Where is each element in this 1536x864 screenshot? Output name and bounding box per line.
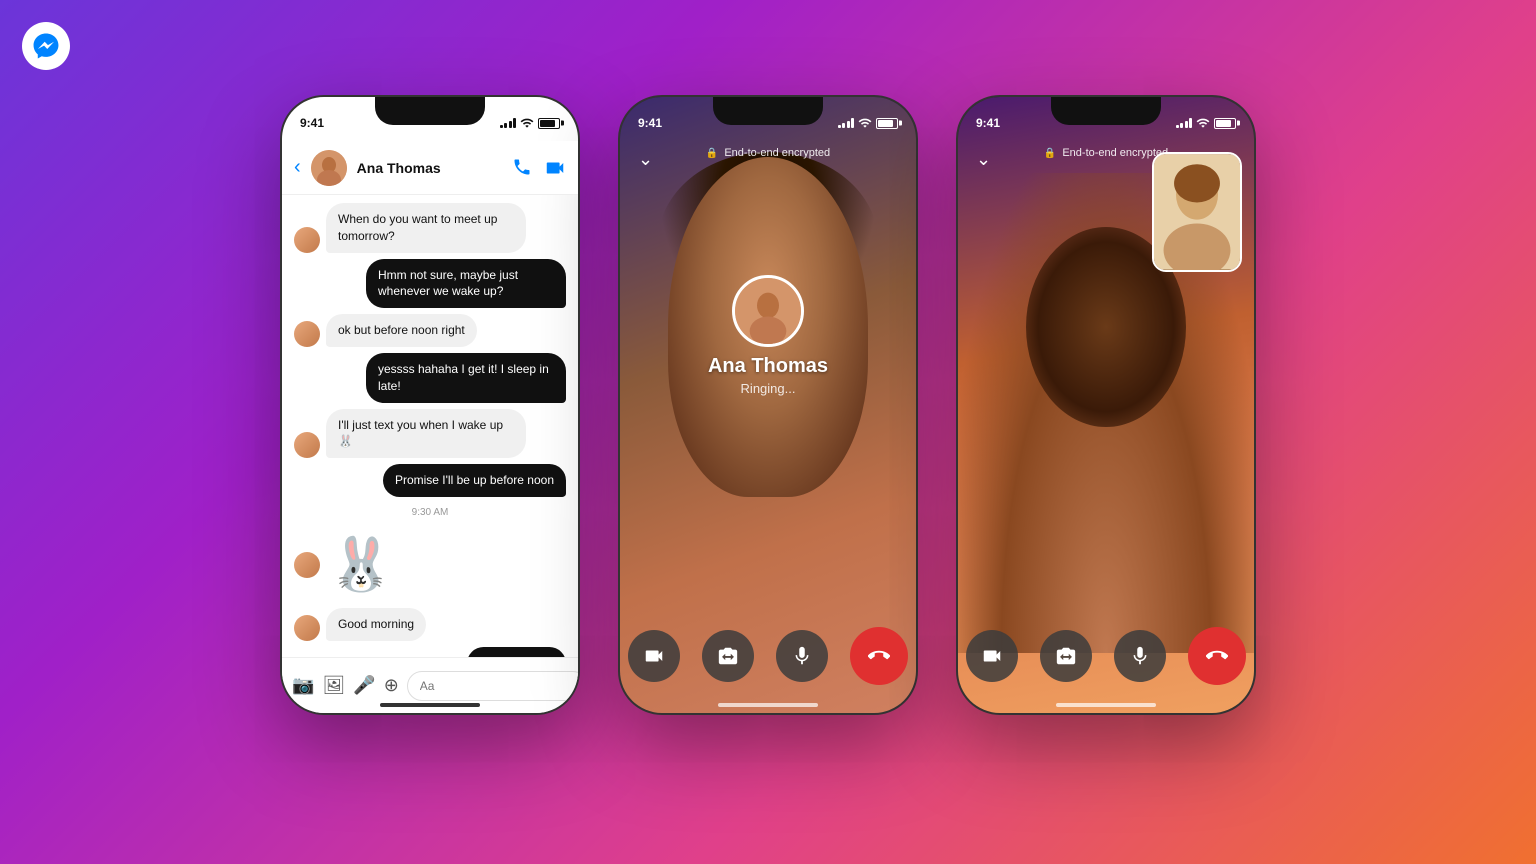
msg-bubble-4: yessss hahaha I get it! I sleep in late! [366, 353, 566, 403]
end-call-button-2[interactable] [850, 627, 908, 685]
msg-bubble-5: I'll just text you when I wake up 🐰 [326, 409, 526, 459]
back-button[interactable]: ‹ [294, 156, 301, 179]
battery-icon-2 [876, 118, 898, 129]
end-call-button-3[interactable] [1188, 627, 1246, 685]
notch-2 [713, 97, 823, 125]
msg-received-4: Good morning [294, 608, 566, 641]
call-controls-2 [620, 627, 916, 685]
notch-3 [1051, 97, 1161, 125]
encrypted-label-2: End-to-end encrypted [724, 147, 830, 159]
contact-name: Ana Thomas [357, 160, 502, 176]
encrypted-bar-2: 🔒 End-to-end encrypted [620, 147, 916, 159]
battery-icon-1 [538, 118, 560, 129]
sticker-row: 🐰 [294, 528, 566, 602]
msg-avatar-2 [294, 321, 320, 347]
caller-avatar-2 [732, 275, 804, 347]
msg-bubble-1: When do you want to meet up tomorrow? [326, 203, 526, 253]
signal-icon-1 [500, 118, 517, 128]
msg-received-2: ok but before noon right [294, 314, 566, 347]
image-icon[interactable]: 🖼 [322, 675, 345, 696]
call-status-2: Ringing... [741, 381, 796, 396]
camera-flip-button-3[interactable] [1040, 630, 1092, 682]
lock-icon-2: 🔒 [706, 148, 718, 159]
pip-self-view[interactable] [1152, 152, 1242, 272]
msg-sent-4: hahahaha ✓✓ [294, 647, 566, 657]
home-indicator-3 [1056, 703, 1156, 707]
status-time-2: 9:41 [638, 116, 662, 130]
msg-sent-2: yessss hahaha I get it! I sleep in late! [294, 353, 566, 403]
notch-1 [375, 97, 485, 125]
encrypted-label-3: End-to-end encrypted [1062, 147, 1168, 159]
phone-call-icon[interactable] [512, 157, 532, 177]
contact-avatar[interactable] [311, 150, 347, 186]
call-controls-3 [958, 627, 1254, 685]
message-input[interactable] [407, 671, 580, 701]
home-indicator-2 [718, 703, 818, 707]
msg-bubble-8: hahahaha ✓✓ [467, 647, 566, 657]
msg-received-1: When do you want to meet up tomorrow? [294, 203, 566, 253]
phone-video-ringing: 9:41 ⌄ 🔒 End-to-end encrypted [618, 95, 918, 715]
sticker-bunny: 🐰 [326, 530, 396, 600]
whatsapp-icon[interactable]: ⊕ [384, 675, 399, 696]
status-icons-3 [1176, 116, 1237, 130]
msg-bubble-7: Good morning [326, 608, 426, 641]
msg-bubble-3: ok but before noon right [326, 314, 477, 347]
video-call-icon[interactable] [544, 157, 566, 179]
msg-bubble-6: Promise I'll be up before noon [383, 464, 566, 497]
chat-header: ‹ Ana Thomas [282, 141, 578, 195]
phone-chat: 9:41 ‹ [280, 95, 580, 715]
lock-icon-3: 🔒 [1044, 148, 1056, 159]
messenger-logo [22, 22, 70, 70]
signal-icon-3 [1176, 118, 1193, 128]
msg-avatar-4 [294, 615, 320, 641]
mute-button-2[interactable] [776, 630, 828, 682]
mute-button-3[interactable] [1114, 630, 1166, 682]
caller-name-2: Ana Thomas [708, 355, 828, 378]
camera-flip-button-2[interactable] [702, 630, 754, 682]
wifi-icon-1 [520, 116, 534, 130]
chat-messages: When do you want to meet up tomorrow? Hm… [282, 195, 578, 657]
mic-icon[interactable]: 🎤 [353, 675, 375, 696]
msg-avatar-sticker [294, 552, 320, 578]
video-toggle-button-3[interactable] [966, 630, 1018, 682]
camera-icon[interactable]: 📷 [292, 675, 314, 696]
status-time-1: 9:41 [300, 116, 324, 130]
msg-avatar-1 [294, 227, 320, 253]
phone-video-active: 9:41 ⌄ 🔒 End-to-end encrypted [956, 95, 1256, 715]
signal-icon-2 [838, 118, 855, 128]
video-background-2 [620, 97, 916, 713]
msg-sent-3: Promise I'll be up before noon [294, 464, 566, 497]
status-icons-1 [500, 116, 561, 130]
msg-sent-1: Hmm not sure, maybe just whenever we wak… [294, 259, 566, 309]
msg-bubble-2: Hmm not sure, maybe just whenever we wak… [366, 259, 566, 309]
msg-received-3: I'll just text you when I wake up 🐰 [294, 409, 566, 459]
msg-timestamp: 9:30 AM [294, 507, 566, 518]
pip-video-feed [1154, 154, 1240, 270]
status-icons-2 [838, 116, 899, 130]
wifi-icon-2 [858, 116, 872, 130]
home-indicator-1 [380, 703, 480, 707]
battery-icon-3 [1214, 118, 1236, 129]
phones-container: 9:41 ‹ [0, 95, 1536, 715]
msg-avatar-3 [294, 432, 320, 458]
chat-action-icons [512, 157, 566, 179]
video-toggle-button-2[interactable] [628, 630, 680, 682]
status-time-3: 9:41 [976, 116, 1000, 130]
wifi-icon-3 [1196, 116, 1210, 130]
